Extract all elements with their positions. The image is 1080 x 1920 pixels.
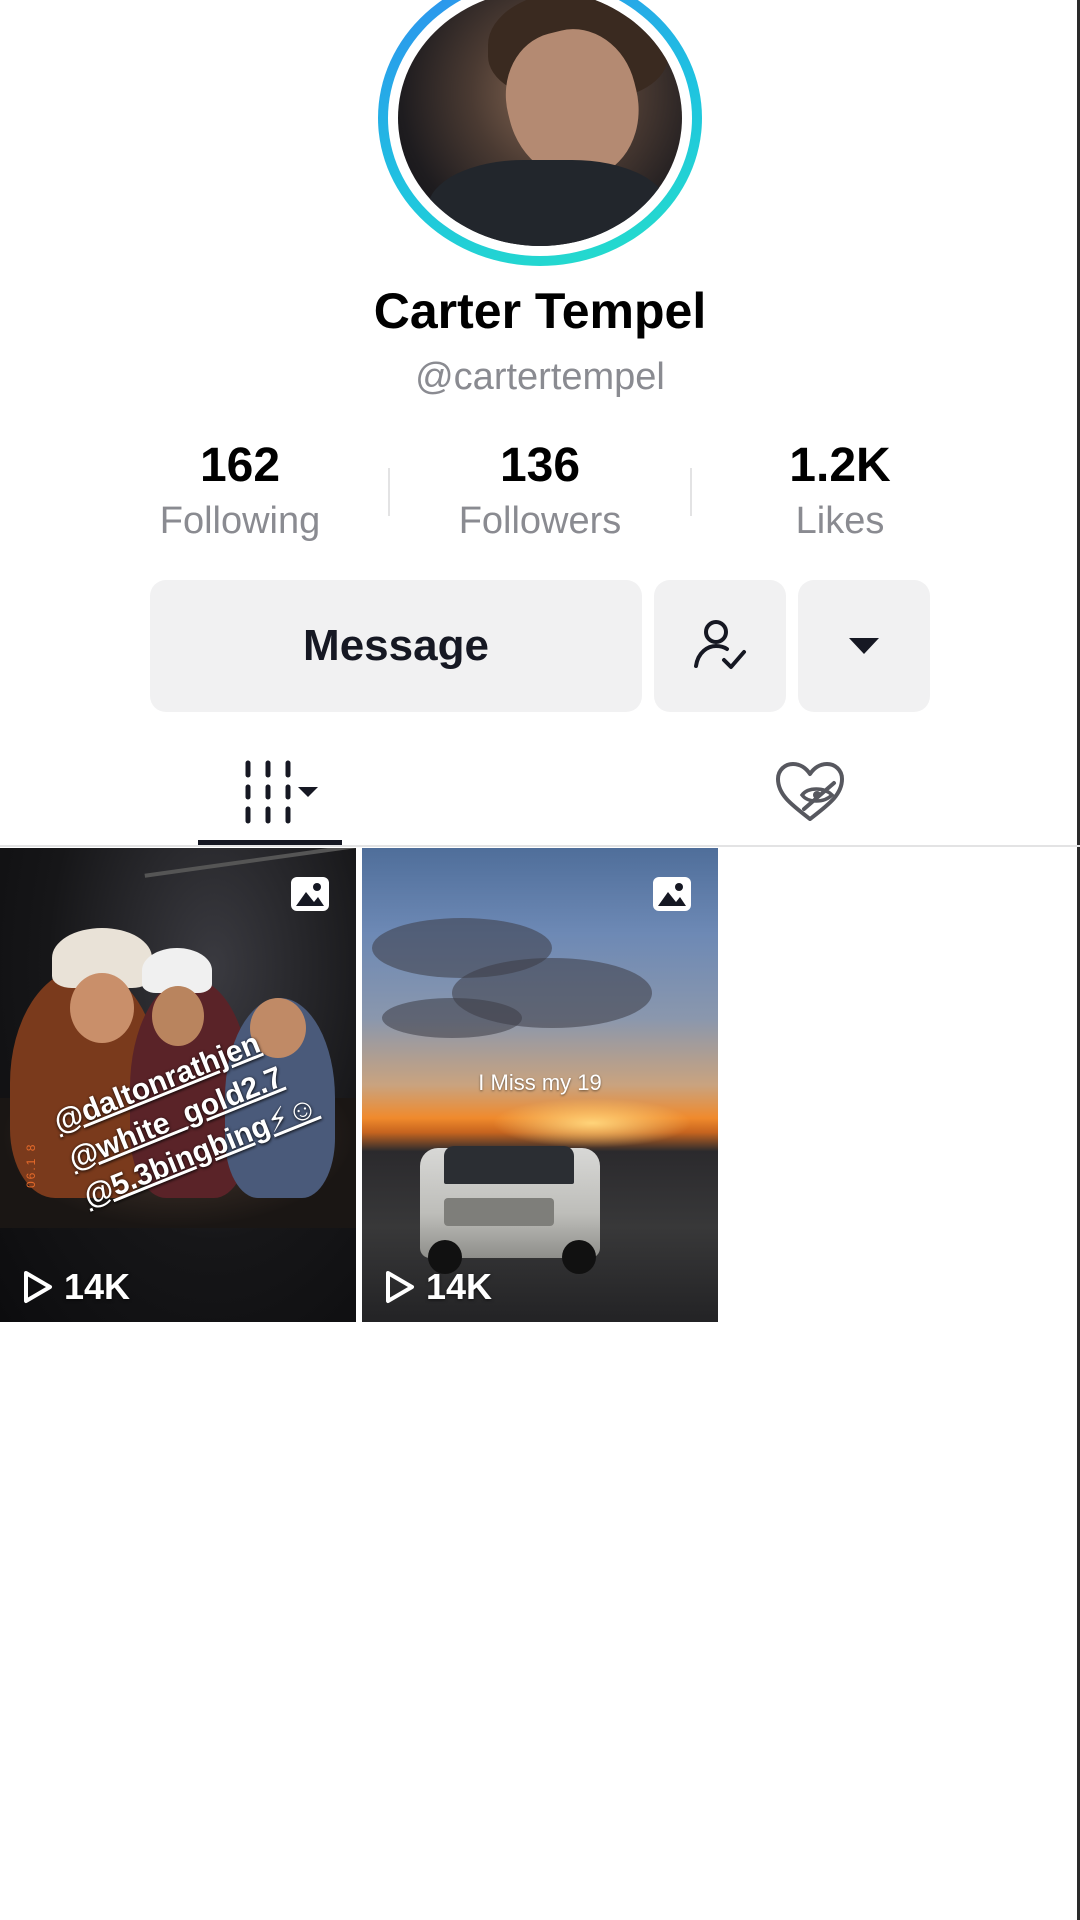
photo-post-icon [291,877,329,911]
user-check-icon [694,620,746,669]
stat-likes-value: 1.2K [789,439,891,492]
following-status-button[interactable] [654,580,786,712]
stat-divider [388,468,390,516]
video-thumbnail[interactable]: @daltonrathjen @white_gold2.7 @5.3bingbi… [0,848,356,1322]
view-count: 14K [384,1266,492,1308]
stat-following-label: Following [159,500,321,542]
grid-icon [245,760,318,824]
date-stamp: 06.1 8 [24,1142,38,1188]
car-grille [444,1198,554,1226]
car-wheel [562,1240,596,1274]
photo-post-icon [653,877,691,911]
stat-following[interactable]: 162 Following [120,438,360,544]
face [70,973,134,1043]
video-caption: I Miss my 19 [478,1070,602,1095]
play-icon [386,1271,414,1303]
view-count-value: 14K [64,1266,131,1307]
profile-name: Carter Tempel [373,283,707,339]
message-button[interactable]: Message [150,580,642,712]
play-icon [24,1271,52,1303]
face [152,986,204,1046]
avatar-shirt [428,160,668,246]
cloud [382,998,522,1038]
caret-down-icon [849,638,879,654]
hidden-liked-icon [776,762,844,821]
view-count: 14K [22,1266,130,1308]
avatar[interactable] [398,0,682,246]
stat-likes[interactable]: 1.2K Likes [720,438,960,544]
car-windshield [444,1146,574,1184]
stat-divider [690,468,692,516]
profile-handle: @cartertempel [415,356,665,398]
tabs-divider [0,845,1080,847]
tab-videos[interactable] [200,740,340,844]
view-count-value: 14K [426,1266,493,1307]
tab-liked-hidden[interactable] [740,740,880,844]
stat-followers[interactable]: 136 Followers [420,438,660,544]
caret-down-icon [298,787,318,797]
suggested-accounts-button[interactable] [798,580,930,712]
stat-likes-label: Likes [795,500,885,542]
sunset-glow [492,1098,692,1148]
video-thumbnail[interactable]: I Miss my 19 14K [362,848,718,1322]
stat-following-value: 162 [199,439,281,492]
stat-followers-label: Followers [458,500,622,542]
stat-followers-value: 136 [499,439,581,492]
